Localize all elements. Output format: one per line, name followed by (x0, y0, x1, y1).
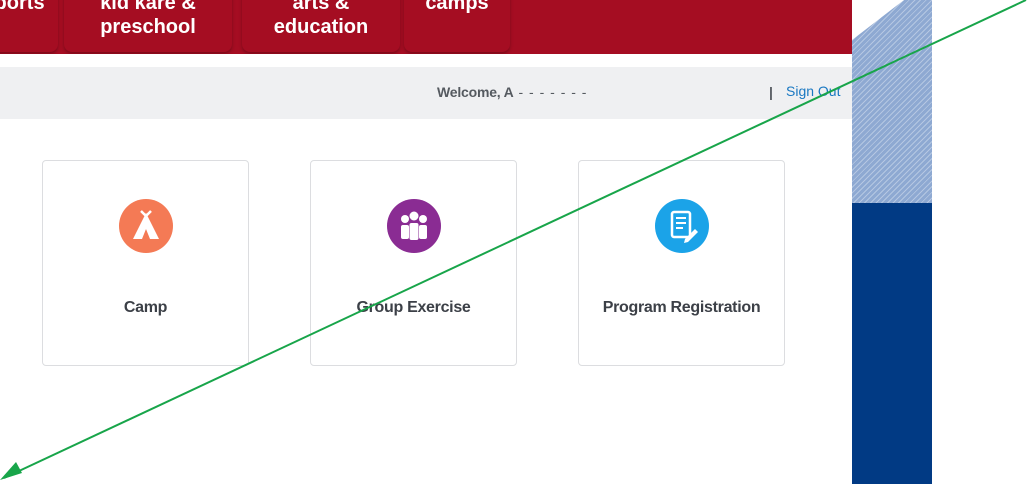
nav-tab-label-line2: education (273, 16, 369, 38)
card-label: Group Exercise (356, 299, 471, 316)
group-exercise-card[interactable]: Group Exercise (310, 160, 517, 366)
card-label: Program Registration (602, 299, 761, 316)
separator: | (769, 84, 773, 100)
group-people-icon (387, 199, 441, 253)
annotation-arrowhead (0, 462, 22, 480)
card-label: Camp (123, 299, 168, 316)
nav-tab-arts-education[interactable]: arts & education (242, 0, 400, 52)
tent-icon (119, 199, 173, 253)
welcome-bar: Welcome, A - - - - - - - | Sign Out (0, 67, 852, 119)
nav-tab-label: arts & (292, 0, 350, 14)
sign-out-link[interactable]: Sign Out (786, 83, 840, 99)
camp-card[interactable]: Camp (42, 160, 249, 366)
welcome-message: Welcome, A - - - - - - - (437, 84, 587, 100)
nav-tab-kid-kare-preschool[interactable]: kid kare & preschool (64, 0, 232, 52)
nav-tab-sports[interactable]: sports (0, 0, 58, 52)
nav-tab-label-line2: preschool (100, 16, 196, 38)
side-banner-blue (852, 203, 932, 484)
nav-tab-label: sports (0, 0, 45, 14)
welcome-prefix: Welcome, A (437, 84, 514, 100)
program-registration-card[interactable]: Program Registration (578, 160, 785, 366)
side-banner-corner (852, 0, 904, 40)
nav-tab-label: camps (425, 0, 489, 14)
nav-tab-label: kid kare & (100, 0, 196, 14)
masked-username: - - - - - - - (513, 84, 588, 100)
nav-tab-camps[interactable]: camps (404, 0, 510, 52)
registration-form-icon (655, 199, 709, 253)
top-navigation: sports kid kare & preschool arts & educa… (0, 0, 852, 54)
